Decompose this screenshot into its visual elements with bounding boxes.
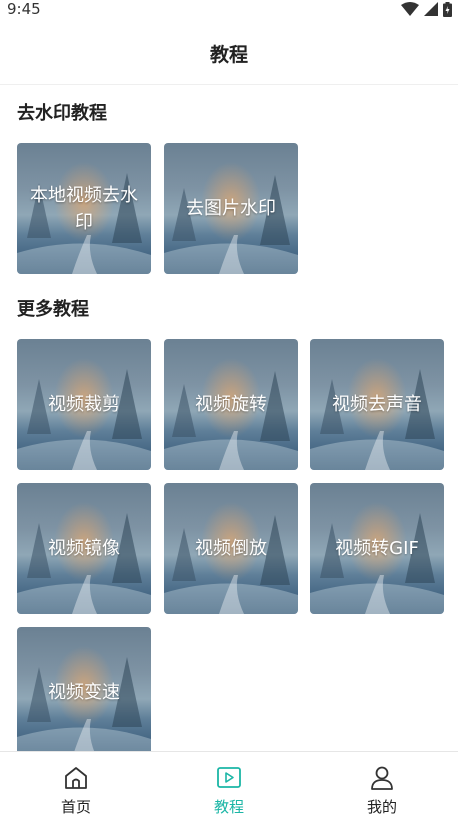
section-title-more: 更多教程 xyxy=(17,299,89,320)
status-icons xyxy=(401,0,452,18)
tab-home[interactable]: 首页 xyxy=(0,752,152,820)
battery-icon xyxy=(443,1,452,17)
tutorial-card-label: 视频转GIF xyxy=(335,538,419,559)
section-title-watermark: 去水印教程 xyxy=(17,103,107,124)
status-bar: 9:45 xyxy=(0,0,458,20)
tab-label: 首页 xyxy=(60,798,91,816)
home-icon xyxy=(65,767,87,789)
tutorial-card-local-video-watermark[interactable]: 本地视频去水印 xyxy=(17,143,151,274)
user-icon xyxy=(371,766,393,790)
tutorial-card-label: 视频旋转 xyxy=(195,394,267,415)
tutorial-card-label: 视频倒放 xyxy=(195,538,267,559)
tutorial-card-label: 去图片水印 xyxy=(186,198,276,219)
tutorial-card-label: 视频去声音 xyxy=(332,394,422,415)
tutorial-card-crop[interactable]: 视频裁剪 xyxy=(17,339,151,470)
bottom-tab-bar: 首页 教程 我的 xyxy=(0,751,458,820)
tab-label: 教程 xyxy=(213,798,244,816)
tutorial-card-speed[interactable]: 视频变速 xyxy=(17,627,151,758)
tab-label: 我的 xyxy=(366,798,397,816)
page-title: 教程 xyxy=(209,44,248,66)
wifi-icon xyxy=(401,2,419,16)
tutorial-card-reverse[interactable]: 视频倒放 xyxy=(164,483,298,614)
tab-mine[interactable]: 我的 xyxy=(306,752,458,820)
tab-tutorial[interactable]: 教程 xyxy=(153,752,305,820)
status-time: 9:45 xyxy=(7,0,41,18)
header: 教程 xyxy=(0,20,458,85)
tutorial-card-to-gif[interactable]: 视频转GIF xyxy=(310,483,444,614)
tutorial-card-rotate[interactable]: 视频旋转 xyxy=(164,339,298,470)
tutorial-card-label: 视频变速 xyxy=(48,682,120,703)
tutorial-card-label: 本地视频去水印 xyxy=(30,184,138,233)
tutorial-card-mirror[interactable]: 视频镜像 xyxy=(17,483,151,614)
tutorial-card-image-watermark[interactable]: 去图片水印 xyxy=(164,143,298,274)
signal-icon xyxy=(424,2,438,16)
tutorial-card-label: 视频裁剪 xyxy=(48,394,120,415)
play-icon xyxy=(217,767,241,788)
tutorial-card-label: 视频镜像 xyxy=(48,538,120,559)
tutorial-card-remove-audio[interactable]: 视频去声音 xyxy=(310,339,444,470)
